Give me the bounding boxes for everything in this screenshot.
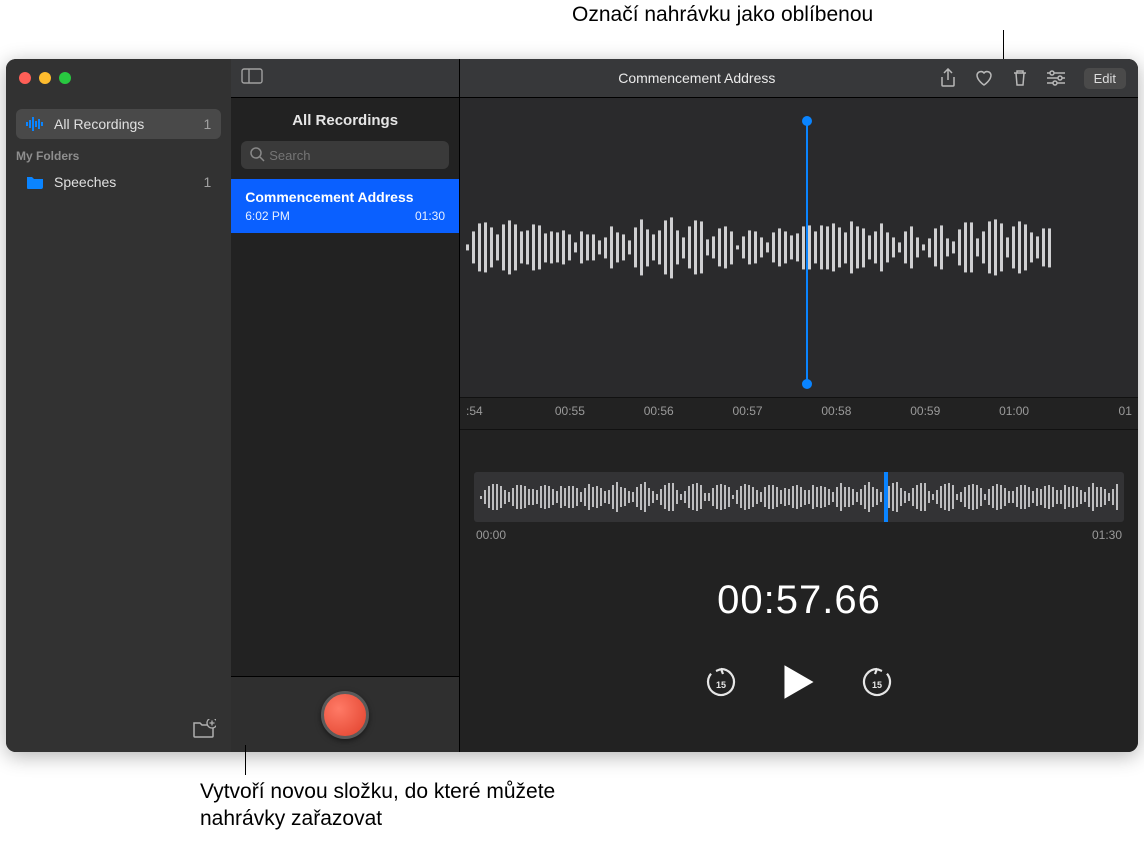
sidebar-toggle-button[interactable] [241,68,263,89]
ruler-tick: 00:56 [644,404,688,429]
share-button[interactable] [940,68,956,88]
window-controls [6,59,231,97]
overview-end: 01:30 [1092,528,1122,542]
callout-line [245,745,246,775]
app-window: All Recordings 1 My Folders Speeches 1 A… [6,59,1138,752]
skip-forward-button[interactable]: 15 [860,665,894,704]
record-button[interactable] [321,691,369,739]
sidebar-item-label: All Recordings [54,116,144,132]
ruler-tick: 01:00 [999,404,1043,429]
overview-start: 00:00 [476,528,506,542]
recordings-title: All Recordings [231,98,459,141]
skip-back-button[interactable]: 15 [704,665,738,704]
new-folder-button[interactable] [191,716,217,742]
edit-button[interactable]: Edit [1084,68,1126,89]
recordings-column: All Recordings Commencement Address 6:02… [231,59,460,752]
overview-track[interactable] [474,472,1124,522]
ruler-tick: :54 [466,404,510,429]
player-column: Commencement Address Edit :54 00:55 00:5… [460,59,1138,752]
ruler-tick: 00:57 [733,404,777,429]
recording-time: 6:02 PM [245,209,290,223]
overview-playhead[interactable] [884,472,888,522]
sidebar-folders-header: My Folders [6,139,231,167]
folder-icon [26,173,44,191]
ruler-tick: 00:59 [910,404,954,429]
time-ruler: :54 00:55 00:56 00:57 00:58 00:59 01:00 … [460,398,1138,430]
ruler-tick: 00:55 [555,404,599,429]
record-row [231,676,459,752]
toolbar-left [231,59,459,98]
sidebar-item-count: 1 [203,116,211,132]
playhead[interactable] [806,122,808,383]
callout-new-folder: Vytvoří novou složku, do které můžete na… [200,778,560,833]
recording-item[interactable]: Commencement Address 6:02 PM 01:30 [231,179,459,233]
sidebar-item-all-recordings[interactable]: All Recordings 1 [16,109,221,139]
waveform-icon [26,115,44,133]
recording-duration: 01:30 [415,209,445,223]
callout-line [1003,30,1004,60]
fullscreen-window-button[interactable] [59,72,71,84]
toolbar-right: Commencement Address Edit [460,59,1138,98]
search-input[interactable] [241,141,449,169]
skip-back-label: 15 [716,679,726,689]
close-window-button[interactable] [19,72,31,84]
search-icon [249,146,265,167]
ruler-tick: 00:58 [821,404,865,429]
playback-time: 00:57.66 [460,578,1138,623]
callout-favorite: Označí nahrávku jako oblíbenou [572,1,873,28]
play-button[interactable] [782,663,816,706]
favorite-button[interactable] [974,69,994,87]
waveform-overview: 00:00 01:30 [460,430,1138,556]
recording-title: Commencement Address [245,189,445,205]
sidebar: All Recordings 1 My Folders Speeches 1 [6,59,231,752]
sidebar-item-label: Speeches [54,174,116,190]
delete-button[interactable] [1012,69,1028,87]
toolbar-title: Commencement Address [472,70,922,86]
skip-forward-label: 15 [872,679,882,689]
minimize-window-button[interactable] [39,72,51,84]
waveform-detail[interactable] [460,98,1138,398]
sidebar-item-speeches[interactable]: Speeches 1 [16,167,221,197]
ruler-tick: 01 [1088,404,1132,429]
playback-controls: 15 15 [460,663,1138,706]
sidebar-item-count: 1 [203,174,211,190]
settings-button[interactable] [1046,70,1066,86]
